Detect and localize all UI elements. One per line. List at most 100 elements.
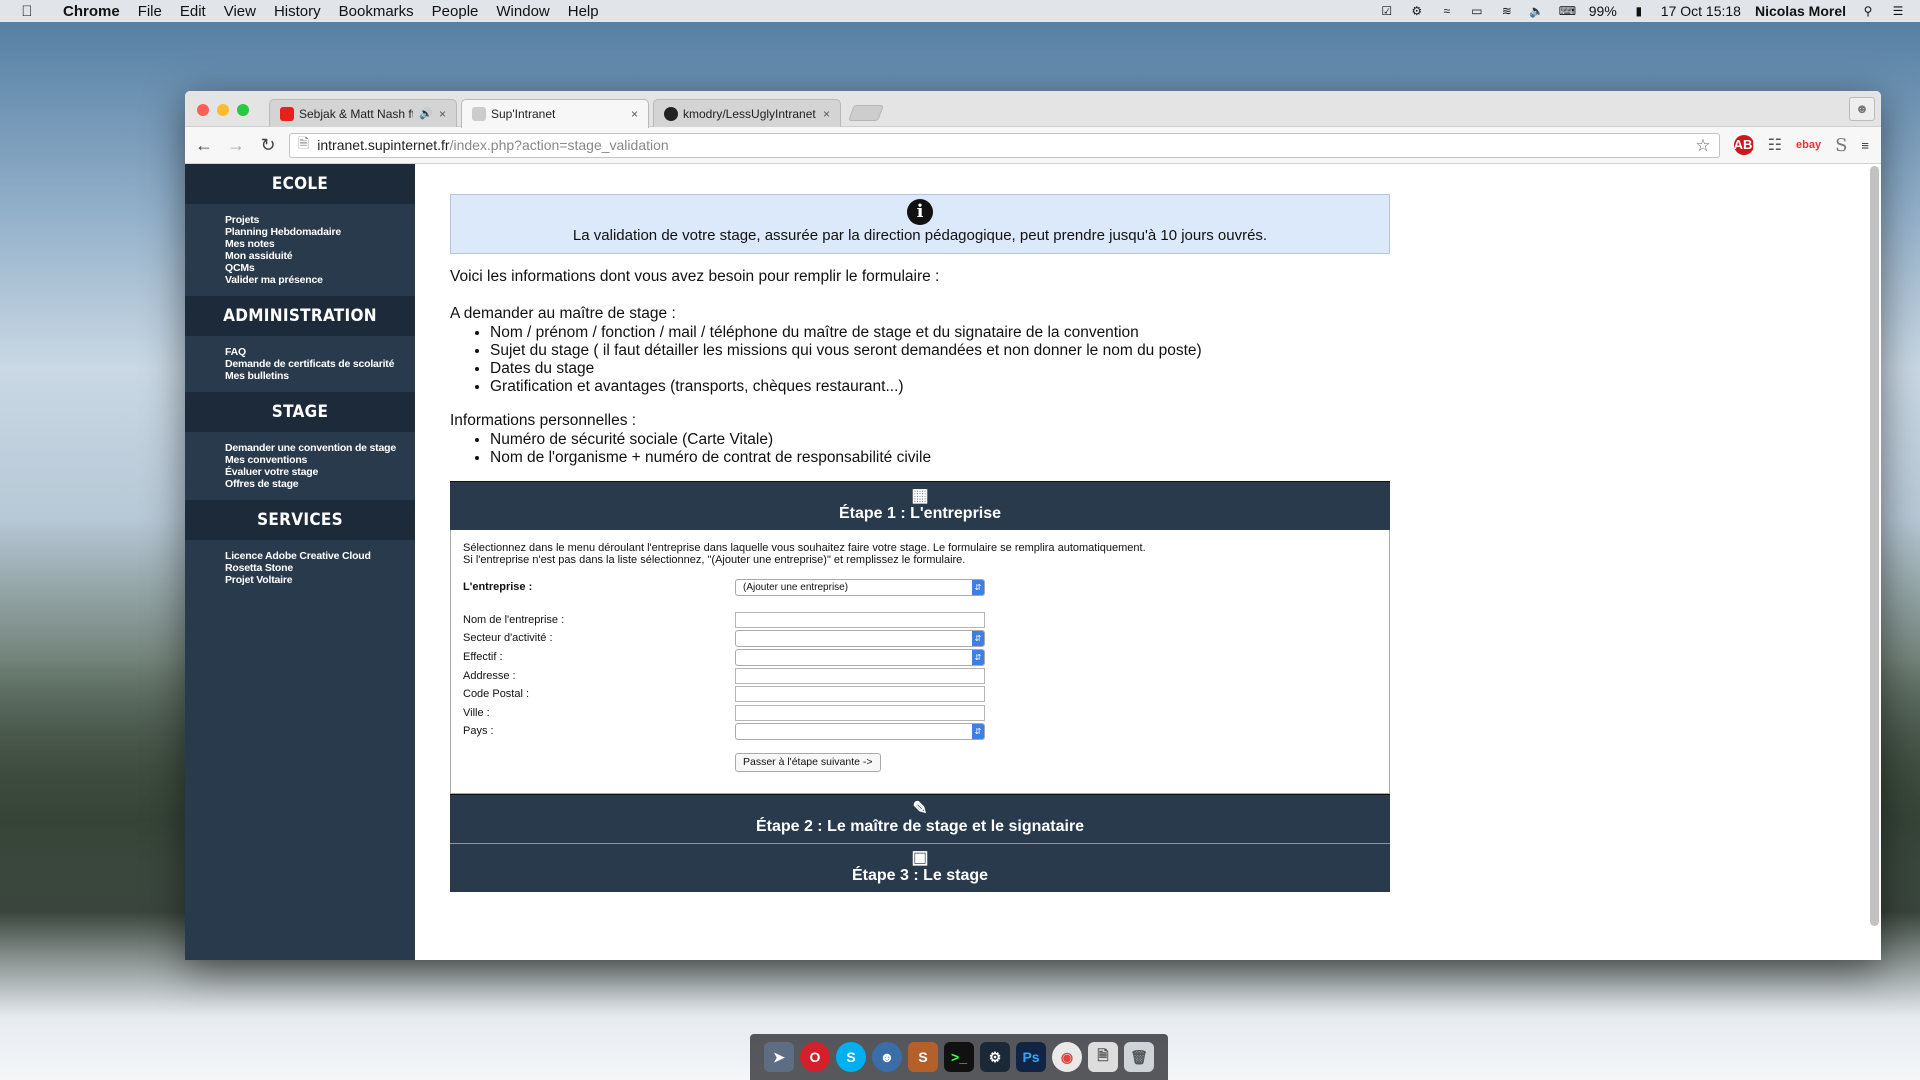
step1-desc: Sélectionnez dans le menu déroulant l'en… [463,542,1146,554]
menu-bookmarks[interactable]: Bookmarks [330,3,423,20]
close-tab-icon[interactable]: × [631,107,638,121]
equalizer-extension-icon[interactable]: ☷ [1768,135,1782,155]
sidebar-item-evaluer[interactable]: Évaluer votre stage [225,466,415,478]
bookmark-star-icon[interactable]: ☆ [1695,136,1710,156]
menu-app-name[interactable]: Chrome [54,3,129,20]
sidebar-item-adobe[interactable]: Licence Adobe Creative Cloud [225,550,415,562]
battery-icon[interactable]: ▮ [1631,4,1647,18]
ebay-extension-icon[interactable]: ebay [1796,139,1821,151]
chrome-menu-icon[interactable]: ≡ [1861,138,1869,153]
keyboard-icon[interactable]: ⌨ [1559,4,1576,18]
tab-supintranet[interactable]: Sup'Intranet × [461,99,649,128]
tab-youtube[interactable]: Sebjak & Matt Nash ft. 🔊 × [269,99,457,127]
postal-code-input[interactable] [735,686,985,703]
reload-icon[interactable]: ↻ [257,135,279,156]
pencil-icon: ✎ [912,798,928,819]
spotlight-search-icon[interactable]: ⚲ [1860,4,1876,18]
document-dock-icon[interactable]: 🗎 [1088,1042,1118,1072]
finder-dock-icon[interactable]: ☻ [872,1042,902,1072]
wifi-icon[interactable]: ≋ [1499,4,1515,18]
sidebar-item-projets[interactable]: Projets [225,214,415,226]
tab-title: kmodry/LessUglyIntranet [683,106,816,121]
forward-arrow-icon[interactable]: → [225,135,247,156]
sidebar-item-presence[interactable]: Valider ma présence [225,274,415,286]
sidebar-item-convention[interactable]: Demander une convention de stage [225,442,415,454]
menu-view[interactable]: View [215,3,265,20]
menu-help[interactable]: Help [559,3,608,20]
new-tab-button[interactable] [848,105,884,121]
audio-playing-icon[interactable]: 🔊 [419,107,433,120]
gear-status-icon[interactable]: ⚙ [1409,4,1425,18]
sector-select[interactable]: ⇵ [735,629,985,647]
country-select[interactable]: ⇵ [735,722,985,740]
page-info-icon[interactable]: 🗎 [298,133,309,157]
url-host: intranet.supinternet.fr [317,137,450,153]
sidebar-item-planning[interactable]: Planning Hebdomadaire [225,226,415,238]
field-label: Ville : [463,706,490,719]
battery-percent[interactable]: 99% [1589,3,1617,19]
field-label: Effectif : [463,651,503,664]
adblock-plus-icon[interactable]: ABP [1733,135,1761,155]
opera-dock-icon[interactable]: O [800,1042,830,1072]
sidebar-item-faq[interactable]: FAQ [225,346,415,358]
check-status-icon[interactable]: ☑ [1379,4,1395,18]
terminal-dock-icon[interactable]: >_ [944,1042,974,1072]
sidebar-item-certificats[interactable]: Demande de certificats de scolarité [225,358,415,370]
notification-center-icon[interactable]: ☰ [1890,4,1906,18]
chrome-dock-icon[interactable]: ◉ [1052,1042,1082,1072]
menu-people[interactable]: People [423,3,488,20]
menu-history[interactable]: History [265,3,330,20]
step1-header[interactable]: ▦ Étape 1 : L'entreprise [450,481,1390,530]
user-name[interactable]: Nicolas Morel [1755,3,1846,19]
airplay-icon[interactable]: ▭ [1469,4,1485,18]
sidebar-item-bulletins[interactable]: Mes bulletins [225,370,415,382]
steam-dock-icon[interactable]: ⚙ [980,1042,1010,1072]
telegram-dock-icon[interactable]: ➤ [764,1042,794,1072]
photoshop-dock-icon[interactable]: Ps [1016,1042,1046,1072]
sidebar-item-offres[interactable]: Offres de stage [225,478,415,490]
sidebar-item-qcms[interactable]: QCMs [225,262,415,274]
company-select[interactable]: (Ajouter une entreprise) ⇵ [735,578,985,596]
minimize-window-button[interactable] [217,104,229,116]
sidebar-item-voltaire[interactable]: Projet Voltaire [225,574,415,586]
profile-button-icon[interactable]: ☻ [1849,97,1875,121]
tab-strip: Sebjak & Matt Nash ft. 🔊 × Sup'Intranet … [185,91,1881,128]
company-name-input[interactable] [735,611,985,628]
tab-github[interactable]: kmodry/LessUglyIntranet × [653,99,841,127]
city-input[interactable] [735,704,985,721]
close-window-button[interactable] [197,104,209,116]
sidebar-item-notes[interactable]: Mes notes [225,238,415,250]
sidebar-links-stage: Demander une convention de stage Mes con… [185,432,415,500]
clock[interactable]: 17 Oct 15:18 [1661,3,1741,19]
wifi-scan-icon[interactable]: ≈ [1439,4,1455,18]
menu-file[interactable]: File [129,3,171,20]
step3-header[interactable]: ▣ Étape 3 : Le stage [450,843,1390,893]
menu-edit[interactable]: Edit [171,3,215,20]
sidebar-item-assiduite[interactable]: Mon assiduité [225,250,415,262]
sidebar-item-rosetta[interactable]: Rosetta Stone [225,562,415,574]
menu-window[interactable]: Window [487,3,558,20]
volume-icon[interactable]: 🔈 [1529,4,1545,18]
headcount-select[interactable]: ⇵ [735,648,985,666]
apple-menu-icon[interactable]:  [0,3,54,20]
close-tab-icon[interactable]: × [439,107,446,121]
address-input[interactable] [735,667,985,684]
s-extension-icon[interactable]: S [1835,135,1847,156]
select-arrows-icon: ⇵ [972,630,984,646]
step2-header[interactable]: ✎ Étape 2 : Le maître de stage et le sig… [450,794,1390,844]
vertical-scrollbar[interactable] [1870,166,1879,926]
skype-dock-icon[interactable]: S [836,1042,866,1072]
back-arrow-icon[interactable]: ← [193,135,215,156]
field-label: Pays : [463,725,494,738]
next-step-button[interactable]: Passer à l'étape suivante -> [735,752,881,772]
sublime-dock-icon[interactable]: S [908,1042,938,1072]
ask-list: Nom / prénom / fonction / mail / télépho… [490,324,1390,396]
sidebar-item-mes-conventions[interactable]: Mes conventions [225,454,415,466]
briefcase-icon: ▣ [911,847,929,868]
address-bar[interactable]: 🗎 intranet.supinternet.fr/index.php?acti… [289,132,1720,158]
macos-dock: ➤ O S ☻ S >_ ⚙ Ps ◉ 🗎 🗑 [750,1034,1168,1080]
close-tab-icon[interactable]: × [823,107,830,121]
zoom-window-button[interactable] [237,104,249,116]
trash-dock-icon[interactable]: 🗑 [1124,1042,1154,1072]
step1-desc: Si l'entreprise n'est pas dans la liste … [463,554,966,566]
